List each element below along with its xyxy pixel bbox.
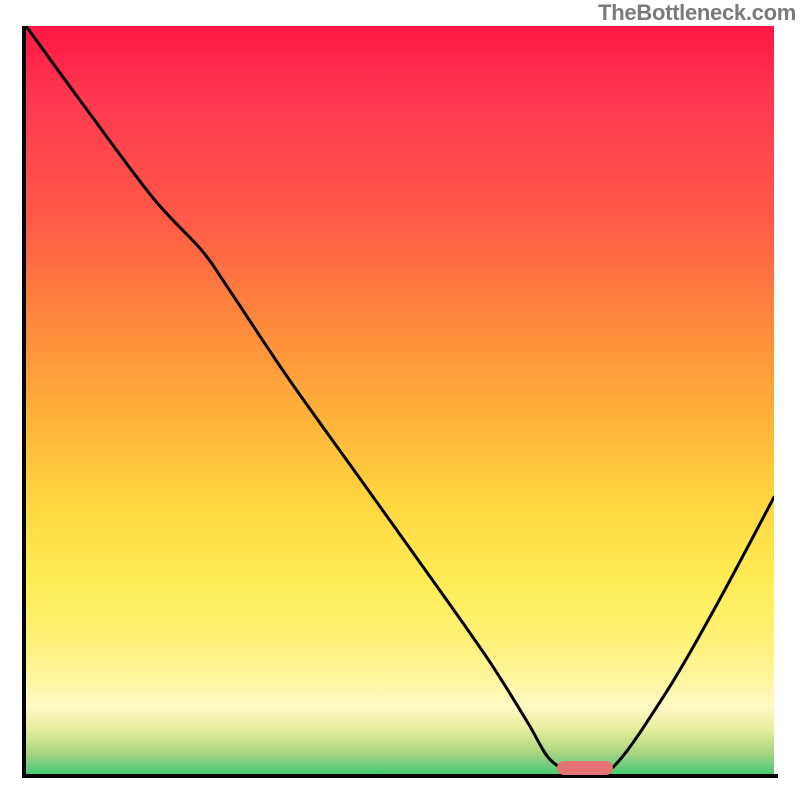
- plot-area: [26, 26, 774, 774]
- x-axis: [22, 774, 778, 778]
- chart-stage: TheBottleneck.com: [0, 0, 800, 800]
- watermark-label: TheBottleneck.com: [598, 0, 796, 26]
- y-axis: [22, 26, 26, 778]
- minimum-marker: [557, 761, 613, 775]
